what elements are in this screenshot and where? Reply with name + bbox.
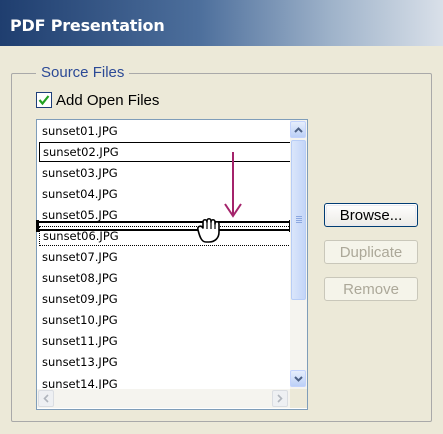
add-open-files-label: Add Open Files [56, 91, 160, 109]
thumb-grip [296, 216, 302, 217]
thumb-grip [296, 222, 302, 223]
list-item[interactable]: sunset09.JPG [39, 289, 291, 309]
drop-insertion-indicator [36, 220, 292, 232]
list-item[interactable]: sunset10.JPG [39, 310, 291, 330]
thumb-grip [296, 218, 302, 219]
list-item[interactable]: sunset03.JPG [39, 163, 291, 183]
chevron-down-icon [293, 375, 303, 382]
list-item-selected[interactable]: sunset02.JPG [39, 142, 291, 162]
chevron-up-icon [293, 126, 303, 133]
chevron-right-icon [277, 394, 283, 403]
scroll-up-button[interactable] [290, 121, 306, 138]
list-item[interactable]: sunset07.JPG [39, 247, 291, 267]
horizontal-scrollbar[interactable] [37, 389, 290, 408]
hand-cursor-icon [197, 217, 220, 243]
drop-line-left-cap [36, 220, 39, 232]
scrollbar-corner [290, 389, 307, 408]
list-item[interactable]: sunset14.JPG [39, 373, 291, 389]
remove-button[interactable]: Remove [324, 277, 418, 301]
chevron-left-icon [43, 394, 49, 403]
list-item[interactable]: sunset08.JPG [39, 268, 291, 288]
list-item[interactable]: sunset04.JPG [39, 184, 291, 204]
vertical-scrollbar[interactable] [290, 120, 307, 389]
pdf-presentation-dialog: PDF Presentation Source Files Add Open F… [0, 0, 443, 434]
window-title: PDF Presentation [10, 16, 165, 35]
duplicate-button[interactable]: Duplicate [324, 240, 418, 264]
source-files-legend: Source Files [36, 64, 130, 81]
scroll-down-button[interactable] [290, 370, 306, 387]
scroll-left-button[interactable] [38, 390, 54, 407]
list-item[interactable]: sunset01.JPG [39, 121, 291, 141]
browse-button[interactable]: Browse... [324, 203, 418, 227]
title-bar[interactable]: PDF Presentation [0, 0, 443, 46]
down-arrow-icon [224, 152, 242, 218]
thumb-grip [296, 220, 302, 221]
vertical-scroll-thumb[interactable] [291, 140, 306, 300]
list-item[interactable]: sunset11.JPG [39, 331, 291, 351]
list-item[interactable]: sunset13.JPG [39, 352, 291, 372]
checkmark-icon [38, 95, 50, 106]
scroll-right-button[interactable] [272, 390, 288, 407]
source-files-list[interactable]: sunset01.JPG sunset02.JPG sunset03.JPG s… [36, 119, 308, 410]
add-open-files-option[interactable]: Add Open Files [36, 91, 159, 109]
add-open-files-checkbox[interactable] [36, 92, 52, 108]
